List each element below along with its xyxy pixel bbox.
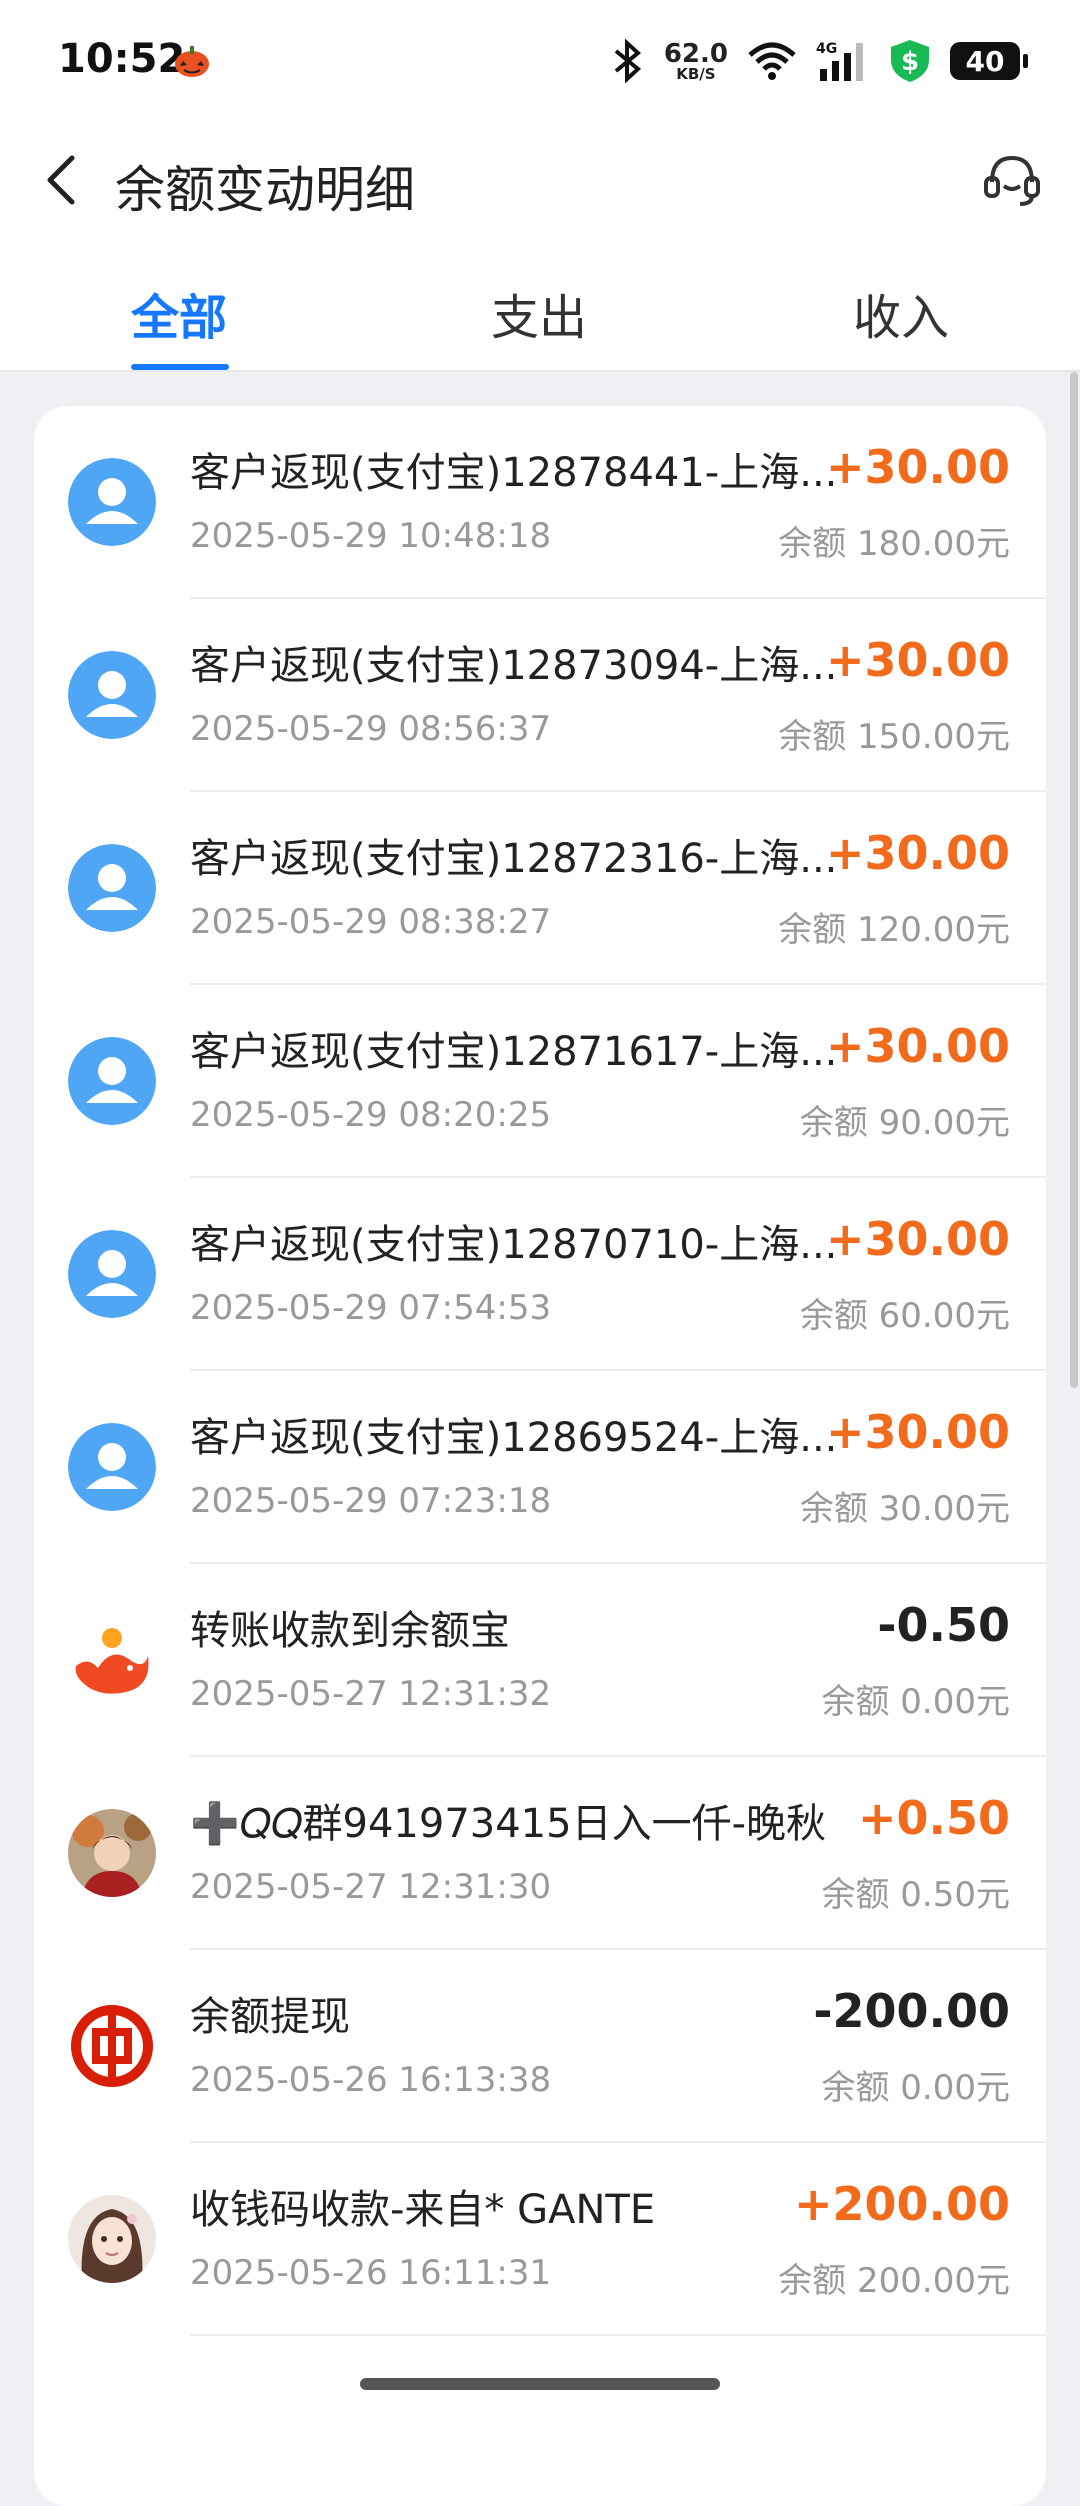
transaction-title: 收钱码收款-来自* GANTE (190, 2187, 656, 2233)
scrollbar[interactable] (1070, 372, 1078, 1388)
tab-income[interactable]: 收入 (853, 278, 949, 348)
transaction-amount: +30.00 (825, 1212, 1010, 1266)
girl-avatar-icon (68, 2195, 156, 2283)
customer-service-icon[interactable] (980, 148, 1044, 212)
transaction-title: 余额提现 (190, 1994, 350, 2040)
transaction-title: 客户返现(支付宝)12869524-上海... (190, 1415, 838, 1461)
transaction-balance: 余额 120.00元 (778, 910, 1010, 950)
transaction-time: 2025-05-29 08:38:27 (190, 902, 552, 942)
status-bar: 10:52 62.0 KB/S 4G $ 40 (0, 0, 1080, 120)
cellular-signal-icon: 4G (816, 41, 863, 81)
transaction-row[interactable]: 收钱码收款-来自* GANTE 2025-05-26 16:11:31 +200… (34, 2143, 1046, 2336)
user-avatar-icon (68, 1423, 156, 1511)
transaction-balance: 余额 60.00元 (799, 1296, 1010, 1336)
transaction-row[interactable]: 客户返现(支付宝)12870710-上海... 2025-05-29 07:54… (34, 1178, 1046, 1371)
transaction-time: 2025-05-27 12:31:32 (190, 1674, 552, 1714)
transaction-row[interactable]: 客户返现(支付宝)12871617-上海... 2025-05-29 08:20… (34, 985, 1046, 1178)
home-indicator[interactable] (360, 2378, 720, 2390)
transaction-amount: +30.00 (825, 826, 1010, 880)
tab-expense[interactable]: 支出 (491, 278, 587, 348)
transaction-title: 客户返现(支付宝)12871617-上海... (190, 1029, 838, 1075)
filter-tabs: 全部 支出 收入 (0, 240, 1080, 370)
transaction-row[interactable]: 客户返现(支付宝)12869524-上海... 2025-05-29 07:23… (34, 1371, 1046, 1564)
transaction-title: 转账收款到余额宝 (190, 1608, 510, 1654)
wifi-icon (748, 42, 796, 80)
network-type: 4G (816, 41, 837, 57)
user-avatar-icon (68, 651, 156, 739)
transaction-amount: -200.00 (813, 1984, 1010, 2038)
transaction-row[interactable]: 客户返现(支付宝)12878441-上海... 2025-05-29 10:48… (34, 406, 1046, 599)
battery-level: 40 (965, 44, 1005, 78)
title-bar: 余额变动明细 (0, 120, 1080, 240)
transaction-amount: +200.00 (793, 2177, 1010, 2231)
transaction-row[interactable]: 转账收款到余额宝 2025-05-27 12:31:32 -0.50 余额 0.… (34, 1564, 1046, 1757)
transaction-balance: 余额 200.00元 (778, 2261, 1010, 2301)
status-time: 10:52 (58, 36, 186, 82)
transaction-title: ➕𝑄𝑄群941973415日入一仟-晚秋 (190, 1801, 827, 1847)
transaction-time: 2025-05-26 16:13:38 (190, 2060, 552, 2100)
transaction-amount: +0.50 (857, 1791, 1010, 1845)
transaction-balance: 余额 180.00元 (778, 524, 1010, 564)
transaction-time: 2025-05-29 10:48:18 (190, 516, 552, 556)
photo-avatar-icon (68, 1809, 156, 1897)
transaction-row[interactable]: 客户返现(支付宝)12872316-上海... 2025-05-29 08:38… (34, 792, 1046, 985)
transaction-time: 2025-05-27 12:31:30 (190, 1867, 552, 1907)
bank-logo-icon (68, 2002, 156, 2090)
user-avatar-icon (68, 1037, 156, 1125)
transaction-balance: 余额 0.50元 (821, 1875, 1010, 1915)
transaction-row[interactable]: ➕𝑄𝑄群941973415日入一仟-晚秋 2025-05-27 12:31:30… (34, 1757, 1046, 1950)
net-speed: 62.0 KB/S (664, 41, 728, 82)
transaction-time: 2025-05-29 08:56:37 (190, 709, 552, 749)
pumpkin-notification-icon (175, 46, 209, 77)
transaction-balance: 余额 30.00元 (799, 1489, 1010, 1529)
transaction-amount: +30.00 (825, 1405, 1010, 1459)
transaction-time: 2025-05-29 07:23:18 (190, 1481, 552, 1521)
net-speed-unit: KB/S (676, 64, 716, 83)
transaction-balance: 余额 0.00元 (821, 2068, 1010, 2108)
yuebao-icon (68, 1616, 156, 1704)
row-divider (190, 2334, 1046, 2336)
transaction-time: 2025-05-29 08:20:25 (190, 1095, 552, 1135)
transaction-amount: +30.00 (825, 633, 1010, 687)
tab-all[interactable]: 全部 (131, 278, 227, 348)
transaction-row[interactable]: 客户返现(支付宝)12873094-上海... 2025-05-29 08:56… (34, 599, 1046, 792)
status-icons: 62.0 KB/S 4G $ 40 (610, 36, 1028, 86)
security-shield-icon: $ (891, 40, 929, 82)
transaction-time: 2025-05-26 16:11:31 (190, 2253, 552, 2293)
page-title: 余额变动明细 (115, 161, 415, 219)
transaction-balance: 余额 0.00元 (821, 1682, 1010, 1722)
svg-text:$: $ (901, 47, 919, 77)
net-speed-value: 62.0 (663, 38, 728, 69)
transaction-title: 客户返现(支付宝)12873094-上海... (190, 643, 838, 689)
transaction-list: 客户返现(支付宝)12878441-上海... 2025-05-29 10:48… (34, 406, 1046, 2506)
transaction-row[interactable]: 余额提现 2025-05-26 16:13:38 -200.00 余额 0.00… (34, 1950, 1046, 2143)
transaction-amount: -0.50 (877, 1598, 1010, 1652)
user-avatar-icon (68, 1230, 156, 1318)
transaction-title: 客户返现(支付宝)12878441-上海... (190, 450, 838, 496)
transaction-balance: 余额 150.00元 (778, 717, 1010, 757)
transaction-amount: +30.00 (825, 1019, 1010, 1073)
transaction-time: 2025-05-29 07:54:53 (190, 1288, 552, 1328)
user-avatar-icon (68, 844, 156, 932)
tabs-divider (0, 370, 1080, 372)
transaction-amount: +30.00 (825, 440, 1010, 494)
battery-icon: 40 (950, 42, 1028, 80)
transaction-title: 客户返现(支付宝)12870710-上海... (190, 1222, 838, 1268)
bluetooth-icon (614, 39, 641, 83)
back-arrow-icon[interactable] (34, 150, 94, 210)
transaction-balance: 余额 90.00元 (799, 1103, 1010, 1143)
transaction-title: 客户返现(支付宝)12872316-上海... (190, 836, 838, 882)
user-avatar-icon (68, 458, 156, 546)
